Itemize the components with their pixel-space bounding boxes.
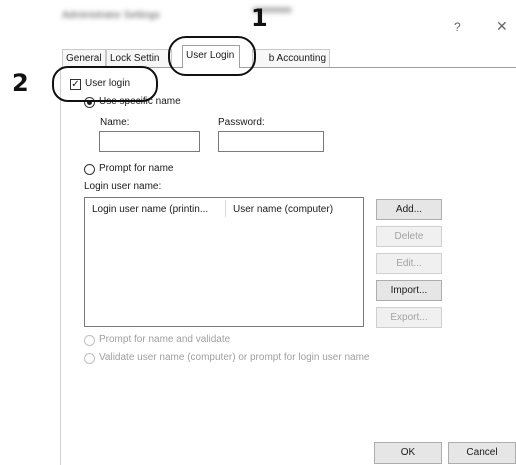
prompt-for-name-radio[interactable] (84, 164, 95, 175)
callout-ring-1 (168, 36, 256, 76)
ok-button[interactable]: OK (374, 442, 442, 464)
callout-number-2: 2 (12, 69, 29, 97)
column-user-name-computer[interactable]: User name (computer) (233, 204, 333, 215)
name-label: Name: (100, 117, 130, 128)
prompt-for-name-label: Prompt for name (99, 163, 174, 174)
validate-user-name-radio[interactable] (84, 353, 95, 364)
export-button[interactable]: Export... (376, 307, 442, 328)
column-login-user-name[interactable]: Login user name (printin... (92, 204, 208, 215)
close-icon[interactable]: ✕ (496, 18, 508, 35)
import-button[interactable]: Import... (376, 280, 442, 301)
prompt-and-validate-radio[interactable] (84, 335, 95, 346)
login-user-list[interactable]: Login user name (printin... User name (c… (84, 197, 364, 327)
edit-button[interactable]: Edit... (376, 253, 442, 274)
callout-number-1: 1 (251, 4, 268, 32)
validate-user-name-label: Validate user name (computer) or prompt … (99, 352, 370, 363)
help-icon[interactable]: ? (454, 20, 461, 34)
prompt-and-validate-label: Prompt for name and validate (99, 334, 231, 345)
password-label: Password: (218, 117, 265, 128)
login-user-name-label: Login user name: (84, 181, 162, 192)
window-title: Administrator Settings (62, 10, 160, 21)
tab-job-accounting[interactable]: b Accounting (252, 49, 330, 67)
password-input[interactable] (218, 131, 324, 152)
tab-lock-settings[interactable]: Lock Settin (106, 49, 172, 67)
name-input[interactable] (99, 131, 200, 152)
cancel-button[interactable]: Cancel (448, 442, 516, 464)
dialog-left-edge (60, 67, 61, 465)
callout-ring-2 (52, 66, 158, 102)
add-button[interactable]: Add... (376, 199, 442, 220)
column-separator (225, 200, 226, 217)
delete-button[interactable]: Delete (376, 226, 442, 247)
tab-general[interactable]: General (62, 49, 106, 67)
